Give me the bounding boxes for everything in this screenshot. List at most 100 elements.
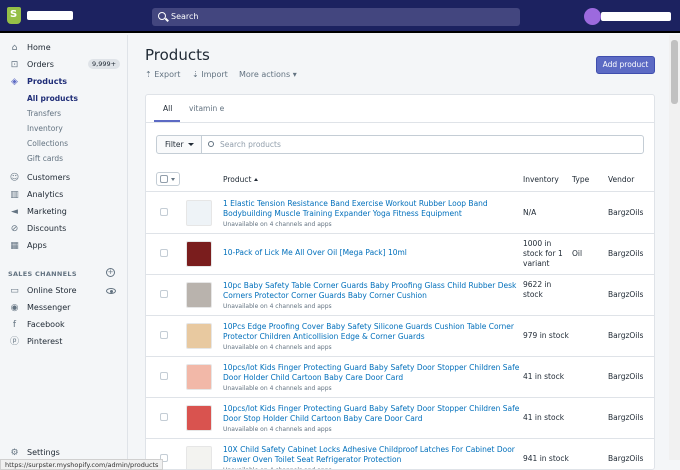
product-title-link[interactable]: 1 Elastic Tension Resistance Band Exerci… <box>223 199 521 219</box>
user-name-redacted[interactable] <box>601 12 671 21</box>
sidebar-channel-messenger[interactable]: ◉ Messenger <box>0 301 128 316</box>
sidebar-item-home[interactable]: ⌂ Home <box>0 41 128 56</box>
sidebar-item-label: Marketing <box>27 207 67 216</box>
discounts-icon: ⊘ <box>10 224 19 234</box>
sidebar-item-discounts[interactable]: ⊘ Discounts <box>0 222 128 237</box>
sidebar-subitem-gift-cards[interactable]: Gift cards <box>27 154 63 163</box>
sidebar-item-orders[interactable]: ⊡ Orders 9,999+ <box>0 58 128 73</box>
product-vendor: BargzOils <box>608 290 644 299</box>
table-row[interactable]: 1 Elastic Tension Resistance Band Exerci… <box>146 193 654 234</box>
row-checkbox[interactable] <box>160 331 168 339</box>
active-tab-indicator <box>154 120 180 122</box>
product-inventory: 41 in stock <box>523 413 565 422</box>
view-store-eye-icon[interactable] <box>106 288 116 294</box>
product-vendor: BargzOils <box>608 413 644 422</box>
product-title-link[interactable]: 10X Child Safety Cabinet Locks Adhesive … <box>223 445 521 465</box>
sales-channels-heading: SALES CHANNELS <box>8 270 77 278</box>
more-actions-button[interactable]: More actions ▾ <box>239 70 297 79</box>
global-search-label: Search <box>171 12 199 21</box>
product-title-link[interactable]: 10pcs/lot Kids Finger Protecting Guard B… <box>223 404 521 424</box>
table-row[interactable]: 10Pcs Edge Proofing Cover Baby Safety Si… <box>146 316 654 357</box>
table-row[interactable]: 10pcs/lot Kids Finger Protecting Guard B… <box>146 357 654 398</box>
sidebar-subitem-transfers[interactable]: Transfers <box>27 109 61 118</box>
store-name-redacted[interactable] <box>27 11 73 20</box>
gear-icon: ⚙ <box>10 448 19 458</box>
product-title-link[interactable]: 10pc Baby Safety Table Corner Guards Bab… <box>223 281 521 301</box>
product-inventory: 1000 in stock for 1 variant <box>523 239 563 268</box>
filter-label: Filter <box>165 140 184 149</box>
tab-vitamin-e[interactable]: vitamin e <box>189 104 224 113</box>
row-checkbox[interactable] <box>160 372 168 380</box>
sidebar-item-label: Customers <box>27 173 71 182</box>
row-checkbox[interactable] <box>160 208 168 216</box>
sidebar-item-label: Orders <box>27 60 54 69</box>
chevron-down-icon: ▾ <box>292 70 297 79</box>
product-title-link[interactable]: 10Pcs Edge Proofing Cover Baby Safety Si… <box>223 322 521 342</box>
add-channel-plus-icon[interactable]: + <box>106 268 115 277</box>
product-thumbnail[interactable] <box>186 241 212 267</box>
sidebar-item-products[interactable]: ◈ Products <box>0 75 128 90</box>
column-header-type[interactable]: Type <box>572 175 589 184</box>
search-icon <box>158 12 166 20</box>
user-avatar[interactable] <box>584 8 601 25</box>
table-row[interactable]: 10-Pack of Lick Me All Over Oil [Mega Pa… <box>146 234 654 275</box>
tab-all[interactable]: All <box>163 104 172 113</box>
product-thumbnail[interactable] <box>186 200 212 226</box>
table-row[interactable]: 10pcs/lot Kids Finger Protecting Guard B… <box>146 398 654 439</box>
table-row[interactable]: 10X Child Safety Cabinet Locks Adhesive … <box>146 439 654 469</box>
sidebar-subitem-collections[interactable]: Collections <box>27 139 68 148</box>
sidebar-subitem-all-products[interactable]: All products <box>27 94 78 103</box>
tag-icon: ◈ <box>11 77 18 87</box>
export-button[interactable]: ⇡ Export <box>145 70 180 79</box>
marketing-icon: ◄ <box>11 207 18 217</box>
column-header-product[interactable]: Product <box>223 175 259 184</box>
sidebar-item-analytics[interactable]: ▥ Analytics <box>0 188 128 203</box>
product-thumbnail[interactable] <box>186 364 212 390</box>
global-search-bar[interactable]: Search <box>152 8 520 26</box>
more-actions-label: More actions <box>239 70 291 79</box>
add-product-button[interactable]: Add product <box>596 56 655 74</box>
sidebar-channel-facebook[interactable]: f Facebook <box>0 318 128 333</box>
product-thumbnail[interactable] <box>186 282 212 308</box>
product-title-link[interactable]: 10-Pack of Lick Me All Over Oil [Mega Pa… <box>223 248 521 258</box>
product-type: Oil <box>572 249 583 258</box>
product-inventory: N/A <box>523 208 537 217</box>
online-store-icon: ▭ <box>10 286 19 296</box>
sidebar-channel-pinterest[interactable]: ⓟ Pinterest <box>0 335 128 350</box>
sidebar-item-label: Settings <box>27 448 60 457</box>
shopify-logo-icon[interactable] <box>7 7 21 24</box>
products-card: All vitamin e Filter Product Inventory T… <box>145 94 655 470</box>
row-checkbox[interactable] <box>160 249 168 257</box>
product-title-link[interactable]: 10pcs/lot Kids Finger Protecting Guard B… <box>223 363 521 383</box>
column-header-vendor[interactable]: Vendor <box>608 175 634 184</box>
filter-button[interactable]: Filter <box>156 135 202 154</box>
column-header-inventory[interactable]: Inventory <box>523 175 559 184</box>
sidebar-subitem-inventory[interactable]: Inventory <box>27 124 63 133</box>
caret-down-icon <box>188 143 194 146</box>
product-inventory: 979 in stock <box>523 331 569 340</box>
orders-icon: ⊡ <box>10 60 19 70</box>
sidebar-item-apps[interactable]: ▦ Apps <box>0 239 128 254</box>
scrollbar-thumb[interactable] <box>671 40 678 104</box>
bulk-select-checkbox[interactable] <box>156 172 180 186</box>
search-icon <box>208 141 214 147</box>
tab-bar: All vitamin e <box>146 95 654 123</box>
sort-ascending-icon <box>254 178 259 181</box>
product-search-input[interactable] <box>220 138 620 151</box>
row-checkbox[interactable] <box>160 413 168 421</box>
product-search-field[interactable] <box>201 135 644 154</box>
facebook-icon: f <box>12 320 17 330</box>
table-row[interactable]: 10pc Baby Safety Table Corner Guards Bab… <box>146 275 654 316</box>
import-button[interactable]: ⇣ Import <box>192 70 228 79</box>
product-availability: Unavailable on 4 channels and apps <box>223 426 332 433</box>
caret-down-icon <box>171 178 175 181</box>
product-inventory: 941 in stock <box>523 454 569 463</box>
sidebar: ⌂ Home ⊡ Orders 9,999+ ◈ Products All pr… <box>0 35 128 470</box>
product-thumbnail[interactable] <box>186 323 212 349</box>
product-thumbnail[interactable] <box>186 405 212 431</box>
product-availability: Unavailable on 4 channels and apps <box>223 221 332 228</box>
product-thumbnail[interactable] <box>186 446 212 469</box>
row-checkbox[interactable] <box>160 290 168 298</box>
sidebar-item-marketing[interactable]: ◄ Marketing <box>0 205 128 220</box>
sidebar-item-customers[interactable]: ☺ Customers <box>0 171 128 186</box>
